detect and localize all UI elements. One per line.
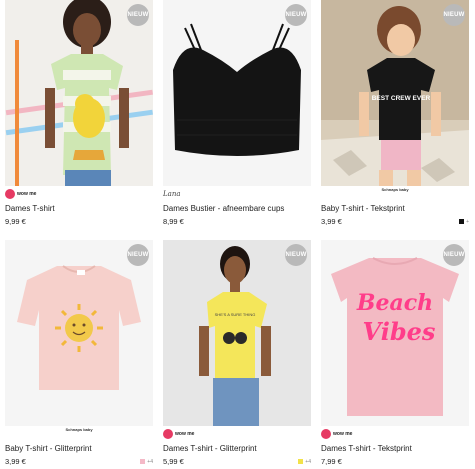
product-price: 3,99 €	[5, 457, 26, 466]
svg-text:Beach: Beach	[356, 290, 433, 316]
product-card[interactable]: NIEUW wow me Dames T-shirt 9,99 €	[5, 0, 153, 226]
color-swatch[interactable]: +4	[298, 459, 311, 465]
product-name[interactable]: Dames T-shirt	[5, 204, 153, 215]
product-price: 7,99 €	[321, 457, 342, 466]
product-image[interactable]: Beach Vibes NIEUW	[321, 240, 469, 426]
product-card[interactable]: BEST CREW EVER NIEUW Schnaps baby Baby T…	[321, 0, 469, 226]
brand-logo: Schnaps baby	[381, 187, 409, 192]
product-name[interactable]: Baby T-shirt - Tekstprint	[321, 204, 469, 215]
pink-beach-vibes-tshirt-photo: Beach Vibes	[321, 240, 469, 426]
color-swatch[interactable]: +	[459, 219, 469, 225]
product-price: 9,99 €	[5, 217, 26, 226]
product-image[interactable]: NIEUW	[5, 240, 153, 426]
pink-sun-tshirt-photo	[5, 240, 153, 426]
product-price: 3,99 €	[321, 217, 342, 226]
product-name[interactable]: Dames Bustier - afneembare cups	[163, 204, 311, 215]
woman-yellow-tshirt-photo: SHE'S A SURE THING	[163, 240, 311, 426]
product-name[interactable]: Baby T-shirt - Glitterprint	[5, 444, 153, 455]
product-card[interactable]: NIEUW Schnaps baby Baby T-shirt - Glitte…	[5, 240, 153, 466]
svg-text:BEST CREW EVER: BEST CREW EVER	[372, 95, 431, 102]
new-badge: NIEUW	[127, 244, 149, 266]
product-name[interactable]: Dames T-shirt - Tekstprint	[321, 444, 469, 455]
new-badge: NIEUW	[443, 4, 465, 26]
new-badge: NIEUW	[443, 244, 465, 266]
product-image[interactable]: NIEUW	[163, 0, 311, 186]
child-black-tshirt-photo: BEST CREW EVER	[321, 0, 469, 186]
product-card[interactable]: NIEUW Lana Dames Bustier - afneembare cu…	[163, 0, 311, 226]
brand-logo: Lana	[163, 189, 181, 198]
new-badge: NIEUW	[285, 4, 307, 26]
product-name[interactable]: Dames T-shirt - Glitterprint	[163, 444, 311, 455]
brand-logo: wow me	[321, 428, 469, 440]
product-price: 8,99 €	[163, 217, 184, 226]
product-card[interactable]: Beach Vibes NIEUW wow me Dames T-shirt -…	[321, 240, 469, 466]
svg-text:Vibes: Vibes	[363, 317, 436, 346]
product-image[interactable]: BEST CREW EVER NIEUW	[321, 0, 469, 186]
brand-logo: Schnaps baby	[65, 427, 93, 432]
product-price: 5,99 €	[163, 457, 184, 466]
product-image[interactable]: SHE'S A SURE THING NIEUW	[163, 240, 311, 426]
brand-logo: wow me	[163, 428, 311, 440]
color-swatch[interactable]: +4	[140, 459, 153, 465]
black-bustier-photo	[163, 0, 311, 186]
product-card[interactable]: SHE'S A SURE THING NIEUW wow me Dames T-…	[163, 240, 311, 466]
new-badge: NIEUW	[285, 244, 307, 266]
woman-snoopy-tshirt-photo	[5, 0, 153, 186]
product-image[interactable]: NIEUW	[5, 0, 153, 186]
svg-text:SHE'S A SURE THING: SHE'S A SURE THING	[215, 312, 256, 317]
brand-logo: wow me	[5, 188, 153, 200]
new-badge: NIEUW	[127, 4, 149, 26]
